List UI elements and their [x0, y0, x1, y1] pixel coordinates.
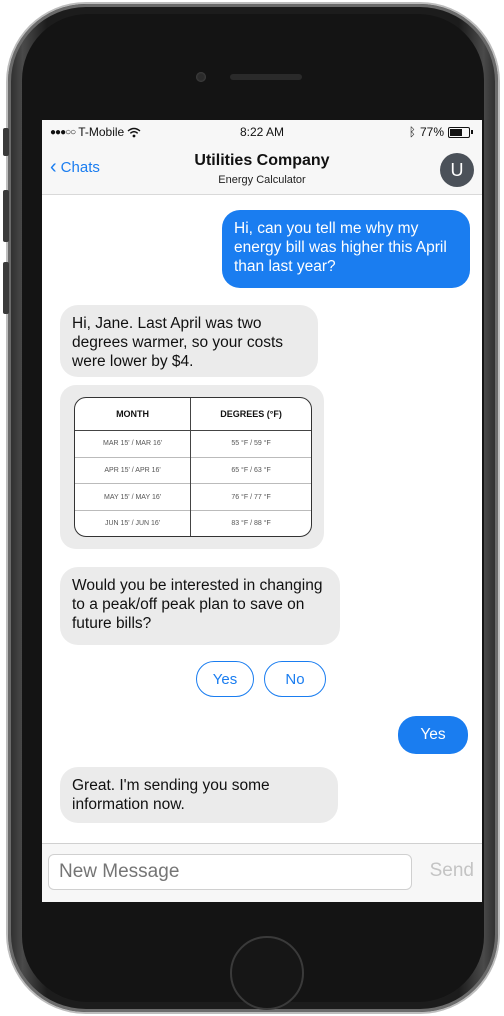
table-cell-month: JUN 15' / JUN 16' [75, 510, 192, 536]
home-button[interactable] [230, 936, 304, 1010]
table-row: APR 15' / APR 16' 65 °F / 63 °F [75, 456, 311, 484]
incoming-message: Would you be interested in changing to a… [60, 567, 340, 645]
temperature-table: MONTH DEGREES (°F) MAR 15' / MAR 16' 55 … [74, 397, 312, 537]
message-input[interactable] [48, 854, 412, 890]
message-composer: Send [42, 843, 482, 902]
table-cell-month: MAY 15' / MAY 16' [75, 483, 192, 511]
message-thread: Hi, can you tell me why my energy bill w… [42, 195, 482, 843]
conversation-subtitle: Energy Calculator [218, 174, 306, 186]
mute-switch [3, 128, 9, 156]
phone-screen: ●●●○○ T-Mobile 8:22 AM ᛒ 77% ‹ Chats Uti… [42, 120, 482, 902]
bluetooth-icon: ᛒ [408, 125, 416, 139]
volume-down-button [3, 262, 9, 314]
table-row: MAY 15' / MAY 16' 76 °F / 77 °F [75, 483, 311, 511]
column-header-degrees: DEGREES (°F) [190, 398, 311, 431]
status-right: ᛒ 77% [408, 125, 473, 139]
outgoing-message: Yes [398, 716, 468, 754]
table-cell-degrees: 55 °F / 59 °F [190, 430, 311, 458]
incoming-message: Hi, Jane. Last April was two degrees war… [60, 305, 318, 377]
battery-tip [471, 129, 473, 134]
status-bar: ●●●○○ T-Mobile 8:22 AM ᛒ 77% [42, 120, 482, 144]
table-cell-degrees: 83 °F / 88 °F [190, 510, 311, 536]
navigation-bar: ‹ Chats Utilities Company Energy Calcula… [42, 144, 482, 195]
front-camera [196, 72, 206, 82]
table-header-row: MONTH DEGREES (°F) [75, 398, 311, 431]
temperature-table-card: MONTH DEGREES (°F) MAR 15' / MAR 16' 55 … [60, 385, 324, 549]
table-cell-degrees: 65 °F / 63 °F [190, 456, 311, 484]
table-row: JUN 15' / JUN 16' 83 °F / 88 °F [75, 510, 311, 536]
quick-reply-no-button[interactable]: No [264, 661, 326, 697]
avatar[interactable]: U [440, 153, 474, 187]
volume-up-button [3, 190, 9, 242]
table-cell-month: APR 15' / APR 16' [75, 456, 192, 484]
table-row: MAR 15' / MAR 16' 55 °F / 59 °F [75, 430, 311, 458]
column-header-month: MONTH [75, 398, 192, 431]
table-cell-month: MAR 15' / MAR 16' [75, 430, 192, 458]
battery-icon [448, 126, 473, 138]
send-button[interactable]: Send [430, 860, 474, 882]
earpiece-speaker [230, 74, 302, 80]
outgoing-message: Hi, can you tell me why my energy bill w… [222, 210, 470, 288]
table-cell-degrees: 76 °F / 77 °F [190, 483, 311, 511]
incoming-message: Great. I'm sending you some information … [60, 767, 338, 823]
battery-level [450, 128, 462, 136]
quick-reply-yes-button[interactable]: Yes [196, 661, 254, 697]
battery-percent: 77% [419, 125, 444, 139]
conversation-title: Utilities Company [194, 152, 330, 169]
